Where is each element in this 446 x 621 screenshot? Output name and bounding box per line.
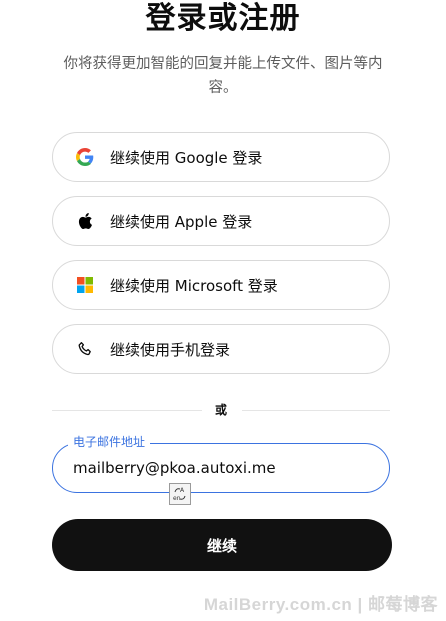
microsoft-login-label: 继续使用 Microsoft 登录 — [110, 276, 278, 295]
apple-login-label: 继续使用 Apple 登录 — [110, 212, 253, 231]
phone-login-button[interactable]: 继续使用手机登录 — [52, 324, 390, 374]
google-icon — [74, 146, 96, 168]
page-title: 登录或注册 — [145, 1, 301, 36]
svg-text:en: en — [173, 495, 181, 502]
watermark: MailBerry.com.cn | 邮莓博客 — [203, 595, 438, 614]
continue-button[interactable]: 继续 — [52, 519, 392, 571]
email-field-group: 电子邮件地址 — [52, 434, 390, 493]
phone-login-label: 继续使用手机登录 — [110, 340, 231, 359]
translate-helper-icon[interactable]: A en — [169, 483, 191, 505]
google-login-label: 继续使用 Google 登录 — [110, 148, 263, 167]
apple-icon — [74, 210, 96, 232]
email-field-label: 电子邮件地址 — [68, 434, 151, 450]
google-login-button[interactable]: 继续使用 Google 登录 — [52, 132, 390, 182]
or-divider: 或 — [52, 401, 390, 419]
microsoft-icon — [74, 274, 96, 296]
svg-text:A: A — [180, 487, 185, 494]
email-input[interactable] — [73, 457, 363, 479]
divider-line-right — [242, 410, 390, 411]
page-subtitle: 你将获得更加智能的回复并能上传文件、图片等内容。 — [63, 56, 383, 96]
microsoft-login-button[interactable]: 继续使用 Microsoft 登录 — [52, 260, 390, 310]
email-field-border[interactable] — [52, 443, 390, 493]
apple-login-button[interactable]: 继续使用 Apple 登录 — [52, 196, 390, 246]
phone-icon — [74, 338, 96, 360]
